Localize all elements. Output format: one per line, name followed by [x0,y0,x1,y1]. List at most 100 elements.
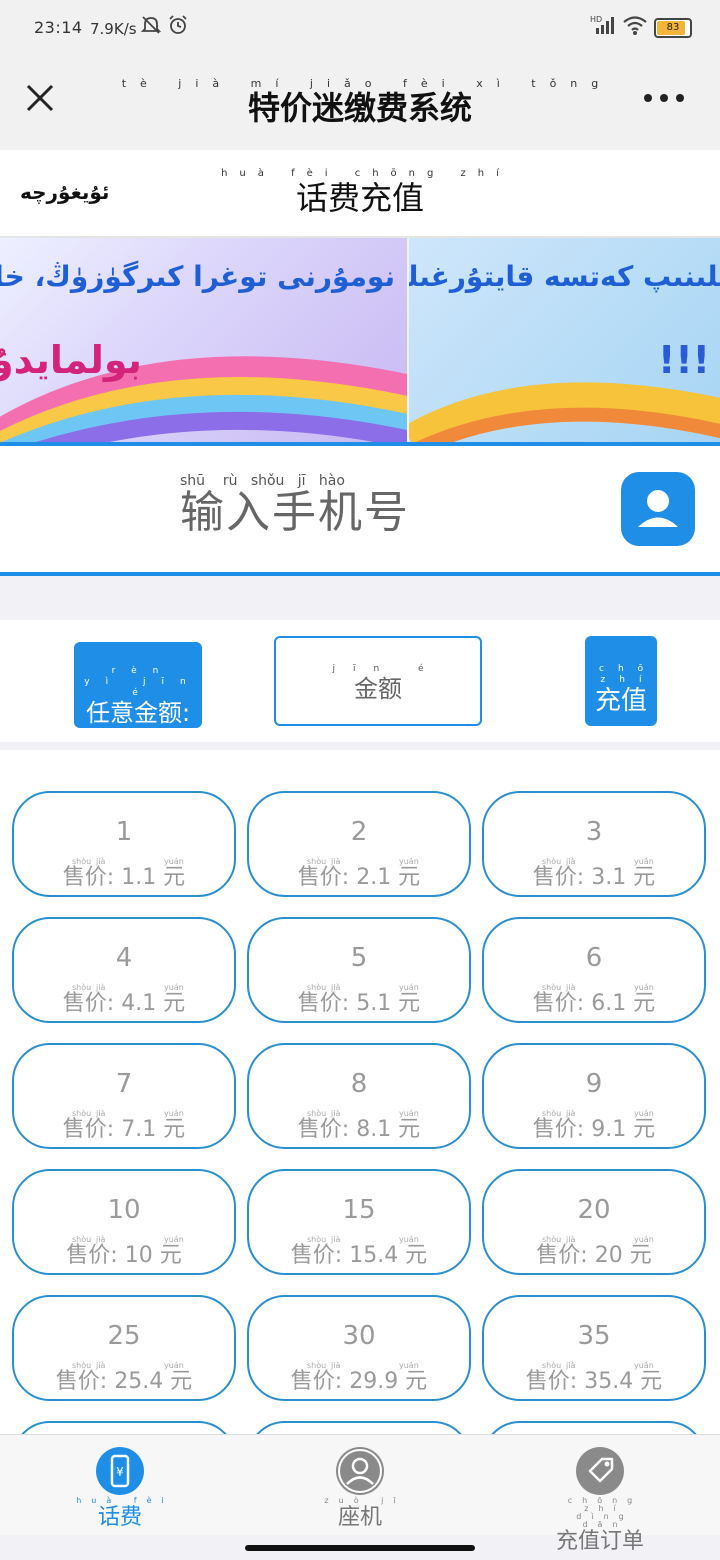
plan-price: 售价: 10 元 [66,1243,182,1268]
home-indicator [245,1545,475,1551]
plan-price: 售价: 29.9 元 [290,1369,428,1394]
any-amount-button[interactable]: rèn yì jīn é 任意金额: [74,642,202,728]
page-title-text: 特价迷缴费系统 [247,89,472,127]
plan-price: 售价: 1.1 元 [62,865,186,890]
amount-input[interactable]: jīn é 金额 [274,636,482,726]
plan-card[interactable]: 15 shòu jià yuán 售价: 15.4 元 [247,1169,471,1275]
phone-input-pinyin: shū rù shǒu jī hào [180,473,345,489]
plan-price: 售价: 6.1 元 [532,991,656,1016]
tab-orders[interactable]: chōng zhí dìng dān 充值订单 [540,1447,660,1555]
plan-card[interactable]: 30 shòu jià yuán 售价: 29.9 元 [247,1295,471,1401]
plan-card[interactable]: 35 shòu jià yuán 售价: 35.4 元 [482,1295,706,1401]
plan-amount: 10 [107,1195,141,1225]
phone-input-underline [0,572,720,576]
tab-phone-bill[interactable]: ¥ huà fèi 话费 [60,1447,180,1531]
plan-price: 售价: 15.4 元 [290,1243,428,1268]
bottom-tab-bar: ¥ huà fèi 话费 zuò jī 座机 chōng zhí dìng dā… [0,1434,720,1554]
tab-orders-pinyin: chōng zhí dìng dān [567,1496,643,1529]
page-title-pinyin: tè jià mí jiǎo fèi xì tǒng [121,77,613,90]
any-amount-label: 任意金额: [85,699,191,727]
plan-card[interactable]: 20 shòu jià yuán 售价: 20 元 [482,1169,706,1275]
plan-card[interactable]: 7 shòu jià yuán 售价: 7.1 元 [12,1043,236,1149]
plan-amount: 6 [585,943,603,973]
status-time: 23:14 [34,18,83,37]
plan-price: 售价: 25.4 元 [55,1369,193,1394]
contacts-button[interactable] [621,472,695,546]
plan-amount: 8 [350,1069,368,1099]
status-bar: 23:14 7.9K/s HD 83 [0,0,720,58]
svg-text:¥: ¥ [116,1465,124,1479]
plan-amount: 20 [577,1195,611,1225]
amount-input-pinyin: jīn é [332,664,442,674]
any-amount-pinyin: rèn yì jīn é [84,666,202,698]
plan-amount: 5 [350,943,368,973]
tab-phone-bill-pinyin: huà fèi [76,1496,174,1505]
plan-price: 售价: 35.4 元 [525,1369,663,1394]
banner-slide-1-line-1: نومۇرنى توغرا كىرگۈزۈڭ، خاتا قاچىلىنىپ [0,260,395,293]
plan-card[interactable]: 25 shòu jià yuán 售价: 25.4 元 [12,1295,236,1401]
plan-card[interactable]: 2 shòu jià yuán 售价: 2.1 元 [247,791,471,897]
tab-orders-label: 充值订单 [555,1529,644,1554]
plan-card[interactable]: 10 shòu jià yuán 售价: 10 元 [12,1169,236,1275]
plan-price: 售价: 2.1 元 [297,865,421,890]
plan-amount: 9 [585,1069,603,1099]
plan-price: 售价: 7.1 元 [62,1117,186,1142]
mute-notification-icon [140,16,162,34]
spacer [0,580,720,620]
plan-amount: 15 [342,1195,376,1225]
sub-header: ئۇيغۇرچە huà fèi chōng zhí 话费充值 [0,150,720,238]
nav-bar: tè jià mí jiǎo fèi xì tǒng 特价迷缴费系统 [0,58,720,150]
tab-landline[interactable]: zuò jī 座机 [300,1447,420,1531]
amount-input-placeholder: 金额 [354,675,402,703]
charge-pinyin: chōng zhí [599,664,697,685]
person-icon [336,1447,384,1495]
plan-card[interactable]: 4 shòu jià yuán 售价: 4.1 元 [12,917,236,1023]
plan-card[interactable]: 9 shòu jià yuán 售价: 9.1 元 [482,1043,706,1149]
promo-banner[interactable]: نومۇرنى توغرا كىرگۈزۈڭ، خاتا قاچىلىنىپ ب… [0,238,720,446]
status-network-speed: 7.9K/s [90,20,137,38]
banner-slide-2-line-2: !!! [658,338,710,382]
banner-slide-1-line-2: بولمايدۇ [0,338,142,382]
more-menu-icon[interactable] [640,88,688,108]
banner-slide-2[interactable]: چىلىنىپ كەتسە قايتۇرغىلى !!! [409,238,720,442]
plan-price: 售价: 5.1 元 [297,991,421,1016]
contact-person-icon [638,490,678,527]
section-title-pinyin: huà fèi chōng zhí [221,168,511,179]
phone-input-card: shū rù shǒu jī hào 输入手机号 [0,446,720,576]
plan-card[interactable]: 8 shòu jià yuán 售价: 8.1 元 [247,1043,471,1149]
wifi-icon [623,16,647,35]
plan-amount: 2 [350,817,368,847]
charge-label: 充值 [594,686,647,716]
banner-slide-1[interactable]: نومۇرنى توغرا كىرگۈزۈڭ، خاتا قاچىلىنىپ ب… [0,238,407,442]
section-title-text: 话费充值 [295,179,424,217]
tab-landline-pinyin: zuò jī [324,1496,406,1505]
plan-amount: 35 [577,1321,611,1351]
plan-card[interactable]: 5 shòu jià yuán 售价: 5.1 元 [247,917,471,1023]
plan-price: 售价: 8.1 元 [297,1117,421,1142]
tab-phone-bill-label: 话费 [97,1505,142,1530]
banner-slide-2-line-1: چىلىنىپ كەتسە قايتۇرغىلى [409,260,720,293]
tag-icon [576,1447,624,1495]
plan-amount: 7 [115,1069,133,1099]
plan-price: 售价: 4.1 元 [62,991,186,1016]
plan-card-partial[interactable] [12,1421,236,1434]
plan-card-partial[interactable] [247,1421,471,1434]
spacer [0,742,720,750]
plan-grid: 1 shòu jià yuán 售价: 1.1 元 2 shòu jià yuán 售价: 2.1… [0,750,720,1434]
plan-price: 售价: 9.1 元 [532,1117,656,1142]
plan-amount: 1 [115,817,133,847]
plan-amount: 4 [115,943,133,973]
plan-card[interactable]: 1 shòu jià yuán 售价: 1.1 元 [12,791,236,897]
plan-card[interactable]: 6 shòu jià yuán 售价: 6.1 元 [482,917,706,1023]
plan-card-partial[interactable] [482,1421,706,1434]
tab-landline-label: 座机 [337,1505,382,1530]
charge-button[interactable]: chōng zhí 充值 [585,636,697,726]
phone-number-input[interactable]: shū rù shǒu jī hào 输入手机号 [180,473,440,546]
phone-yuan-icon: ¥ [96,1447,144,1495]
plan-amount: 3 [585,817,603,847]
plan-amount: 25 [107,1321,141,1351]
plan-price: 售价: 3.1 元 [532,865,656,890]
plan-price: 售价: 20 元 [536,1243,652,1268]
plan-card[interactable]: 3 shòu jià yuán 售价: 3.1 元 [482,791,706,897]
page-title: tè jià mí jiǎo fèi xì tǒng 特价迷缴费系统 [0,78,720,127]
